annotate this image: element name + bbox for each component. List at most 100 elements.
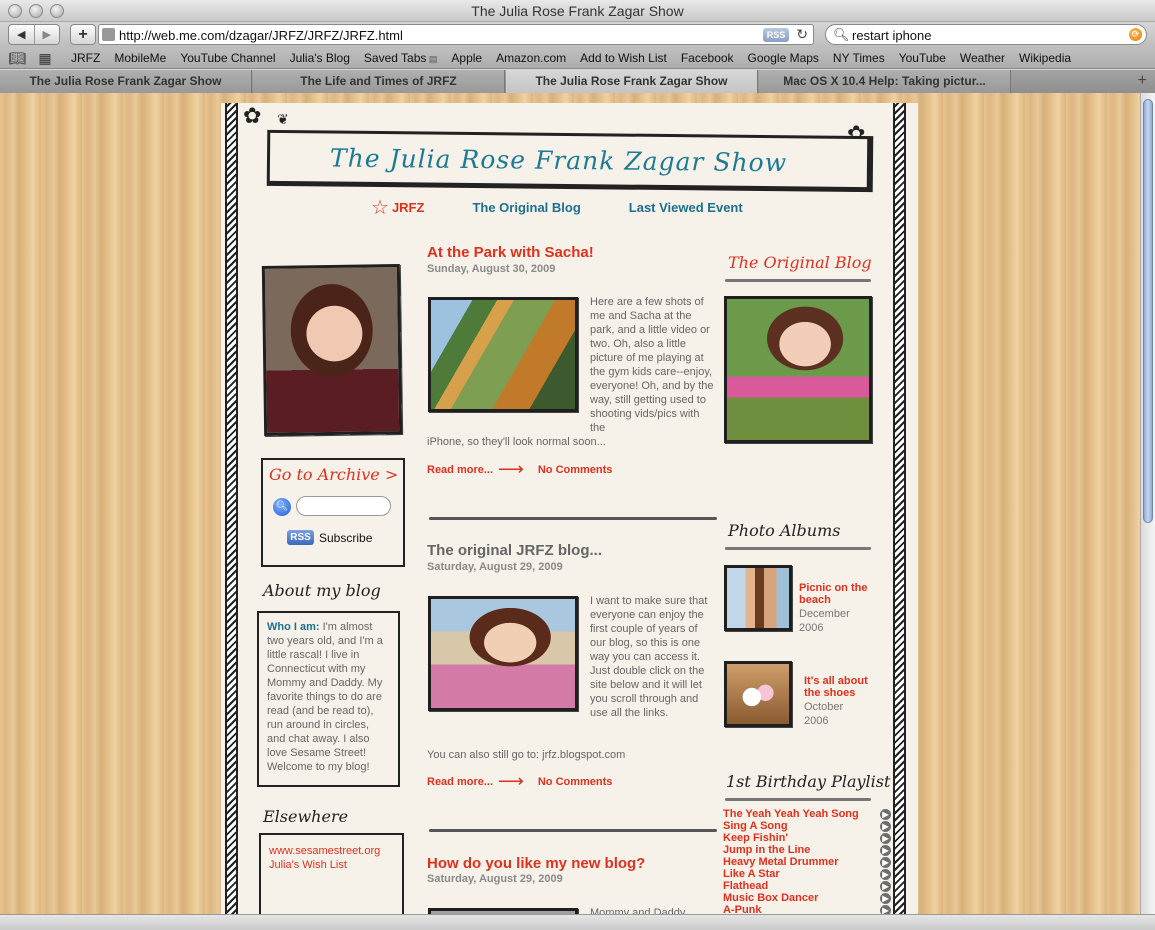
- search-clear-icon[interactable]: ⟳: [1129, 28, 1142, 41]
- read-more-link[interactable]: Read more...: [427, 464, 493, 476]
- song-title[interactable]: A-Punk: [723, 904, 762, 914]
- play-icon[interactable]: ▶: [880, 832, 891, 844]
- comments-link[interactable]: No Comments: [538, 464, 613, 476]
- playlist-song[interactable]: Like A Star ▶: [723, 868, 891, 880]
- post-title-original[interactable]: The original JRFZ blog...: [427, 542, 602, 559]
- go-to-archive-link[interactable]: Go to Archive >: [269, 465, 398, 484]
- post-photo-park[interactable]: [428, 297, 578, 412]
- web-content: ✿ ❦ ❀ ✿ The Julia Rose Frank Zagar Show …: [0, 93, 1140, 914]
- play-icon[interactable]: ▶: [880, 880, 891, 892]
- profile-photo[interactable]: [261, 264, 403, 436]
- post-title-new-blog[interactable]: How do you like my new blog?: [427, 855, 645, 872]
- search-input[interactable]: restart iphone: [852, 28, 932, 43]
- search-icon: 🔍︎: [833, 27, 850, 42]
- arrow-right-icon: ⟶: [498, 771, 524, 791]
- bookmark-wikipedia[interactable]: Wikipedia: [1012, 51, 1078, 65]
- comments-link[interactable]: No Comments: [538, 776, 613, 788]
- post-date-original: Saturday, August 29, 2009: [427, 561, 563, 573]
- playlist-song[interactable]: Flathead ▶: [723, 880, 891, 892]
- search-field[interactable]: 🔍︎ restart iphone ⟳: [825, 24, 1147, 45]
- song-title[interactable]: The Yeah Yeah Yeah Song: [723, 808, 859, 820]
- album-photo-shoes[interactable]: [724, 661, 792, 727]
- bookmark-amazon[interactable]: Amazon.com: [489, 51, 573, 65]
- song-title[interactable]: Sing A Song: [723, 820, 788, 832]
- top-sites-grid-icon[interactable]: ▦: [34, 50, 56, 67]
- birthday-playlist: The Yeah Yeah Yeah Song ▶ Sing A Song ▶ Ke…: [723, 808, 891, 914]
- forward-button[interactable]: ▶: [33, 25, 60, 44]
- bookmark-add-to-wish-list[interactable]: Add to Wish List: [573, 51, 674, 65]
- nav-original-blog[interactable]: The Original Blog: [472, 200, 580, 215]
- new-tab-icon[interactable]: +: [1138, 72, 1147, 90]
- right-page-border: [893, 103, 906, 914]
- post-photo-original[interactable]: [428, 596, 578, 711]
- album-title-beach[interactable]: Picnic on the beach: [799, 582, 881, 606]
- bookmark-jrfz[interactable]: JRFZ: [64, 51, 107, 65]
- song-title[interactable]: Keep Fishin': [723, 832, 788, 844]
- nav-last-viewed-event[interactable]: Last Viewed Event: [629, 200, 743, 215]
- rss-button[interactable]: RSS: [763, 28, 789, 42]
- add-bookmark-button[interactable]: +: [70, 24, 96, 45]
- playlist-heading: 1st Birthday Playlist: [726, 772, 891, 791]
- song-title[interactable]: Like A Star: [723, 868, 780, 880]
- play-icon[interactable]: ▶: [880, 868, 891, 880]
- bookmark-ny-times[interactable]: NY Times: [826, 51, 892, 65]
- play-icon[interactable]: ▶: [880, 808, 891, 820]
- address-bar[interactable]: http://web.me.com/dzagar/JRFZ/JRFZ/JRFZ.…: [98, 24, 814, 45]
- search-icon[interactable]: 🔍︎: [273, 498, 291, 516]
- play-icon[interactable]: ▶: [880, 856, 891, 868]
- rss-icon[interactable]: RSS: [287, 530, 314, 545]
- playlist-song[interactable]: Heavy Metal Drummer ▶: [723, 856, 891, 868]
- back-button[interactable]: ◀: [9, 25, 34, 44]
- post-title-park[interactable]: At the Park with Sacha!: [427, 244, 594, 261]
- play-icon[interactable]: ▶: [880, 904, 891, 914]
- post-text-park: Here are a few shots of me and Sacha at …: [590, 296, 714, 434]
- play-icon[interactable]: ▶: [880, 892, 891, 904]
- bookmark-youtube-channel[interactable]: YouTube Channel: [173, 51, 282, 65]
- site-title[interactable]: The Julia Rose Frank Zagar Show: [330, 143, 787, 177]
- bookmark-google-maps[interactable]: Google Maps: [741, 51, 826, 65]
- bookmark-facebook[interactable]: Facebook: [674, 51, 741, 65]
- album-title-shoes[interactable]: It's all about the shoes: [804, 675, 884, 699]
- original-blog-heading[interactable]: The Original Blog: [728, 253, 872, 272]
- archive-search-input[interactable]: [296, 496, 391, 516]
- playlist-song[interactable]: Music Box Dancer ▶: [723, 892, 891, 904]
- bookmark-julias-blog[interactable]: Julia's Blog: [283, 51, 357, 65]
- playlist-song[interactable]: Keep Fishin' ▶: [723, 832, 891, 844]
- original-blog-photo[interactable]: [724, 296, 872, 443]
- play-icon[interactable]: ▶: [880, 844, 891, 856]
- elsewhere-box: www.sesamestreet.org Julia's Wish List: [259, 833, 404, 914]
- bookmark-mobileme[interactable]: MobileMe: [107, 51, 173, 65]
- scrollbar-thumb[interactable]: [1143, 99, 1153, 523]
- tab-jrfz-show-1[interactable]: The Julia Rose Frank Zagar Show: [0, 70, 252, 93]
- vertical-scrollbar[interactable]: [1140, 93, 1155, 914]
- playlist-song[interactable]: The Yeah Yeah Yeah Song ▶: [723, 808, 891, 820]
- link-wish-list[interactable]: Julia's Wish List: [269, 858, 394, 872]
- bookmark-apple[interactable]: Apple: [444, 51, 489, 65]
- playlist-song[interactable]: Sing A Song ▶: [723, 820, 891, 832]
- url-text[interactable]: http://web.me.com/dzagar/JRFZ/JRFZ/JRFZ.…: [119, 28, 403, 43]
- playlist-song[interactable]: A-Punk ▶: [723, 904, 891, 914]
- subscribe-link[interactable]: Subscribe: [319, 531, 372, 545]
- song-title[interactable]: Jump in the Line: [723, 844, 810, 856]
- nav-jrfz[interactable]: JRFZ: [392, 200, 425, 215]
- tab-mac-help[interactable]: Mac OS X 10.4 Help: Taking pictur...: [759, 70, 1011, 93]
- play-icon[interactable]: ▶: [880, 820, 891, 832]
- bookmark-weather[interactable]: Weather: [953, 51, 1012, 65]
- song-title[interactable]: Music Box Dancer: [723, 892, 818, 904]
- read-more-link[interactable]: Read more...: [427, 776, 493, 788]
- star-icon: ☆: [371, 196, 389, 219]
- link-sesame-street[interactable]: www.sesamestreet.org: [269, 844, 394, 858]
- playlist-song[interactable]: Jump in the Line ▶: [723, 844, 891, 856]
- song-title[interactable]: Flathead: [723, 880, 768, 892]
- tab-life-and-times[interactable]: The Life and Times of JRFZ: [253, 70, 505, 93]
- bookmarks-book-icon[interactable]: 📖︎: [6, 50, 28, 67]
- album-photo-beach[interactable]: [724, 565, 792, 631]
- song-title[interactable]: Heavy Metal Drummer: [723, 856, 839, 868]
- tabs-folder-icon: ▤: [426, 54, 438, 64]
- reload-icon[interactable]: ↻: [796, 26, 808, 43]
- tab-jrfz-show-active[interactable]: The Julia Rose Frank Zagar Show: [506, 70, 758, 93]
- bookmark-youtube[interactable]: YouTube: [892, 51, 953, 65]
- about-heading: About my blog: [263, 581, 381, 600]
- vine-doodle-icon: ❦: [277, 111, 289, 127]
- bookmark-saved-tabs[interactable]: Saved Tabs ▤: [357, 51, 445, 65]
